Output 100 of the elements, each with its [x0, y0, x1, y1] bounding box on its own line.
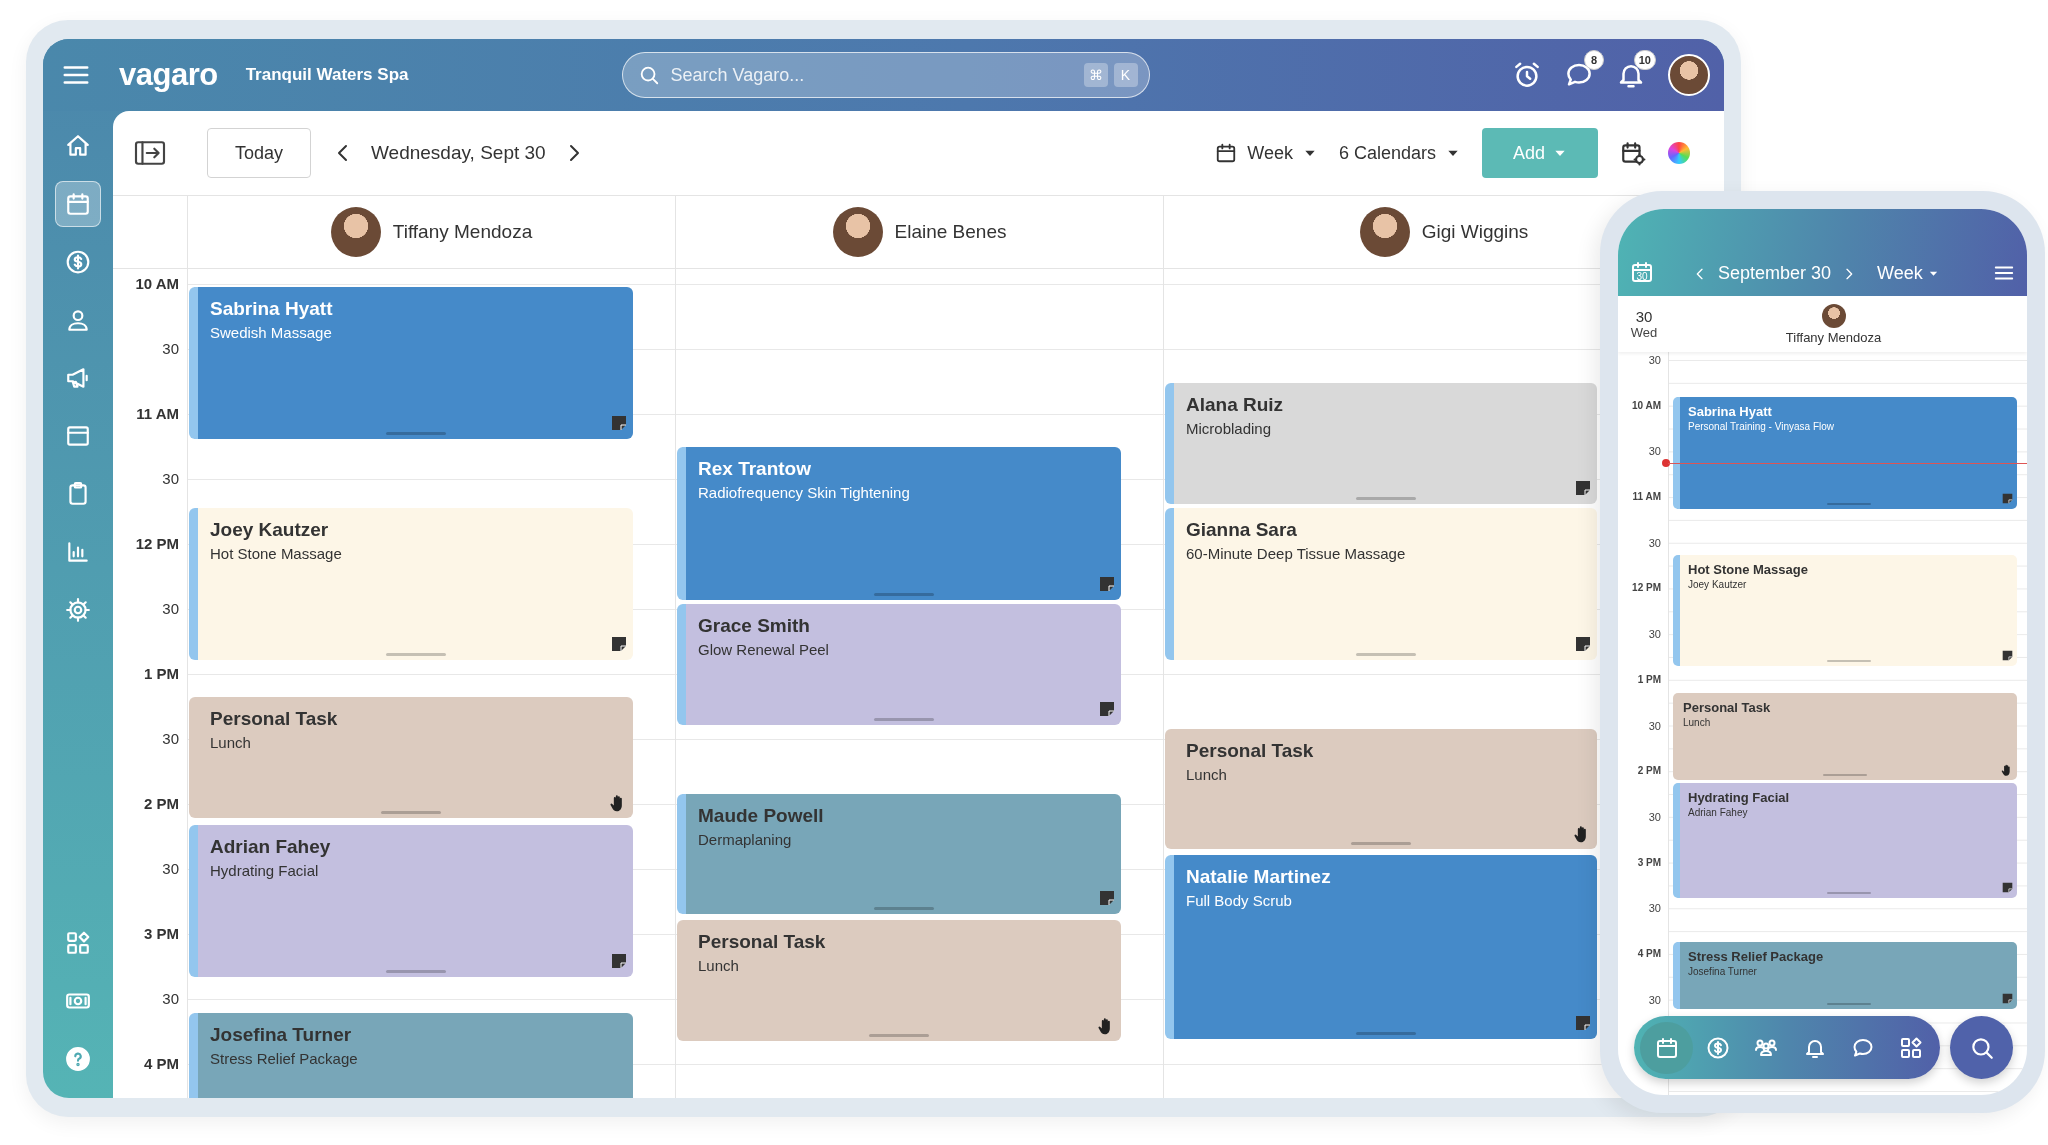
note-icon	[611, 635, 627, 652]
today-button[interactable]: Today	[207, 128, 311, 178]
time-label: 30	[1648, 535, 1661, 551]
color-wheel-icon[interactable]	[1668, 142, 1690, 164]
event-subtitle: Adrian Fahey	[1688, 806, 1749, 821]
event-title: Natalie Martinez	[1186, 864, 1332, 889]
note-icon	[1575, 479, 1591, 496]
resize-handle[interactable]	[873, 717, 934, 721]
apps-icon	[1898, 1035, 1923, 1060]
task-block[interactable]: Personal Task Lunch	[1673, 693, 2017, 781]
resize-handle[interactable]	[1826, 891, 1871, 894]
event-title: Hydrating Facial	[1688, 789, 1791, 807]
appointment-block[interactable]: Adrian Fahey Hydrating Facial	[189, 824, 633, 977]
event-subtitle: Stress Relief Package	[210, 1049, 359, 1070]
resize-handle[interactable]	[1826, 502, 1871, 505]
time-label: 4 PM	[144, 1054, 179, 1074]
appointment-block[interactable]: Natalie Martinez Full Body Scrub	[1165, 854, 1597, 1040]
event-subtitle: Radiofrequency Skin Tightening	[698, 482, 911, 503]
event-title: Josefina Turner	[210, 1023, 353, 1048]
day-name: Wed	[1630, 325, 1658, 340]
calendar-nav-button[interactable]	[55, 181, 101, 227]
time-label: 1 PM	[1637, 672, 1661, 687]
appointment-block[interactable]: Sabrina Hyatt Personal Training - Vinyasa Flow	[1673, 396, 2017, 509]
calendar-date-number: 30	[1636, 270, 1648, 284]
appointment-block[interactable]: Gianna Sara 60-Minute Deep Tissue Massage	[1165, 507, 1597, 660]
event-title: Sabrina Hyatt	[1688, 402, 1773, 420]
resize-handle[interactable]	[1355, 496, 1416, 500]
resize-handle[interactable]	[381, 811, 441, 815]
message-count-badge: 8	[1584, 50, 1604, 70]
resize-handle[interactable]	[1826, 659, 1871, 662]
event-subtitle: Lunch	[1683, 716, 1712, 731]
appointment-block[interactable]: Joey Kautzer Hot Stone Massage	[189, 507, 633, 660]
view-dropdown[interactable]: Week	[1877, 263, 1939, 284]
event-title: Maude Powell	[698, 803, 825, 828]
staff-name: Tiffany Mendoza	[392, 221, 533, 243]
business-name: Tranquil Waters Spa	[245, 65, 409, 85]
staff-avatar	[330, 207, 381, 257]
calendar-icon	[65, 191, 91, 217]
event-subtitle: Joey Kautzer	[1688, 577, 1748, 592]
event-title: Rex Trantow	[698, 456, 812, 481]
shortcut-key: K	[1113, 63, 1138, 87]
resize-handle[interactable]	[1355, 652, 1416, 656]
dollar-icon	[65, 249, 91, 275]
calendar-icon	[1654, 1035, 1679, 1060]
event-subtitle: Dermaplaning	[698, 829, 793, 850]
event-subtitle: Lunch	[1186, 764, 1228, 785]
resize-handle[interactable]	[1355, 1032, 1416, 1036]
calendar-icon	[1215, 142, 1238, 164]
user-avatar[interactable]	[1668, 54, 1710, 96]
resize-handle[interactable]	[1826, 1002, 1871, 1005]
appointment-block[interactable]: Hot Stone Massage Joey Kautzer	[1673, 554, 2017, 666]
appointment-block[interactable]: Alana Ruiz Microblading	[1165, 382, 1597, 504]
shortcut-key: ⌘	[1083, 63, 1108, 87]
resize-handle[interactable]	[1351, 842, 1411, 846]
apps-icon	[65, 930, 91, 956]
calendars-dropdown[interactable]: 6 Calendars	[1338, 142, 1460, 164]
appointment-block[interactable]: Maude Powell Dermaplaning	[677, 793, 1121, 915]
note-icon	[2002, 992, 2013, 1004]
calendar-settings-icon[interactable]	[1620, 140, 1646, 166]
staff-avatar	[832, 207, 883, 257]
event-subtitle: Hydrating Facial	[210, 860, 320, 881]
appointment-block[interactable]: Rex Trantow Radiofrequency Skin Tightening	[677, 446, 1121, 600]
time-label: 1 PM	[144, 664, 179, 684]
resize-handle[interactable]	[873, 907, 934, 911]
search-button[interactable]	[1950, 1016, 2013, 1079]
appointment-block[interactable]: Stress Relief Package Josefina Turner	[1673, 942, 2017, 1009]
time-label: 30	[1648, 444, 1661, 460]
event-title: Grace Smith	[698, 613, 811, 638]
resize-handle[interactable]	[1823, 774, 1867, 777]
window-icon	[65, 423, 91, 449]
time-label: 11 AM	[1632, 490, 1661, 505]
appointment-block[interactable]: Sabrina Hyatt Swedish Massage	[189, 286, 633, 439]
view-dropdown[interactable]: Week	[1215, 142, 1317, 164]
event-subtitle: Microblading	[1186, 418, 1273, 439]
event-subtitle: Lunch	[210, 733, 252, 754]
calendar-icon[interactable]	[1630, 260, 1654, 284]
note-icon	[1099, 700, 1115, 717]
appointment-block[interactable]: Josefina Turner Stress Relief Package	[189, 1013, 633, 1098]
resize-handle[interactable]	[869, 1033, 929, 1037]
event-title: Joey Kautzer	[210, 517, 330, 542]
time-label: 30	[1648, 901, 1661, 917]
time-label: 2 PM	[144, 794, 179, 814]
sidebar-toggle-icon[interactable]	[133, 139, 167, 167]
appointment-block[interactable]: Hydrating Facial Adrian Fahey	[1673, 783, 2017, 898]
event-title: Personal Task	[1186, 738, 1315, 763]
alarm-clock-icon[interactable]	[1512, 60, 1542, 90]
event-subtitle: Personal Training - Vinyasa Flow	[1688, 419, 1835, 434]
resize-handle[interactable]	[385, 652, 446, 656]
appointment-block[interactable]: Grace Smith Glow Renewal Peel	[677, 603, 1121, 725]
note-icon	[2002, 649, 2013, 661]
task-block[interactable]: Personal Task Lunch	[677, 919, 1121, 1041]
time-label: 30	[1648, 353, 1661, 368]
task-block[interactable]: Personal Task Lunch	[189, 697, 633, 819]
resize-handle[interactable]	[873, 592, 934, 596]
settings-icon	[65, 597, 91, 623]
calendar-nav-button[interactable]	[1640, 1021, 1694, 1074]
resize-handle[interactable]	[385, 969, 446, 973]
time-label: 10 AM	[1631, 398, 1661, 413]
task-block[interactable]: Personal Task Lunch	[1165, 728, 1597, 850]
resize-handle[interactable]	[385, 431, 446, 435]
